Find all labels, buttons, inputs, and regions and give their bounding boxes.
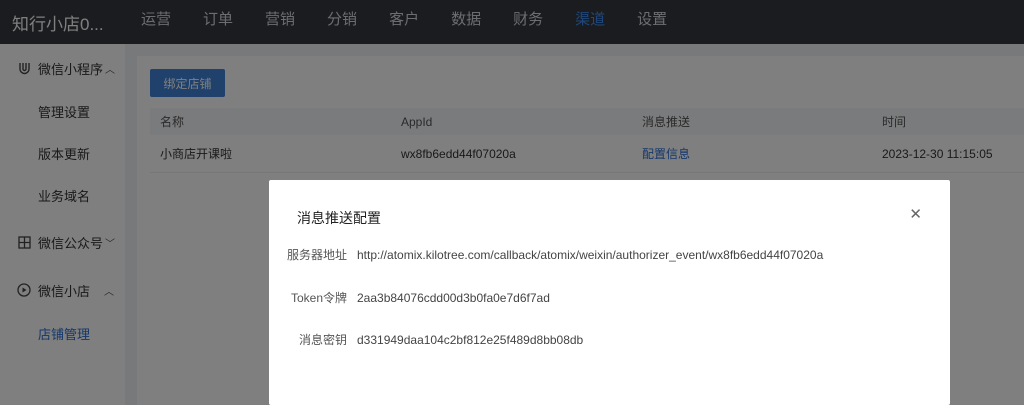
server-address-value: http://atomix.kilotree.com/callback/atom… xyxy=(357,247,824,262)
dialog-title: 消息推送配置 xyxy=(297,210,381,226)
field-label: 消息密钥 xyxy=(298,333,347,347)
message-push-dialog: 消息推送配置 ✕ 服务器地址 http://atomix.kilotree.co… xyxy=(269,180,950,405)
token-value: 2aa3b84076cdd00d3b0fa0e7d6f7ad xyxy=(357,290,550,305)
field-label: 服务器地址 xyxy=(286,248,347,262)
field-token: Token令牌 2aa3b84076cdd00d3b0fa0e7d6f7ad xyxy=(269,289,950,306)
field-server-address: 服务器地址 http://atomix.kilotree.com/callbac… xyxy=(269,246,950,263)
close-icon[interactable]: ✕ xyxy=(909,207,922,222)
field-message-key: 消息密钥 d331949daa104c2bf812e25f489d8bb08db xyxy=(269,331,950,348)
field-label: Token令牌 xyxy=(290,291,347,305)
message-key-value: d331949daa104c2bf812e25f489d8bb08db xyxy=(357,332,584,347)
